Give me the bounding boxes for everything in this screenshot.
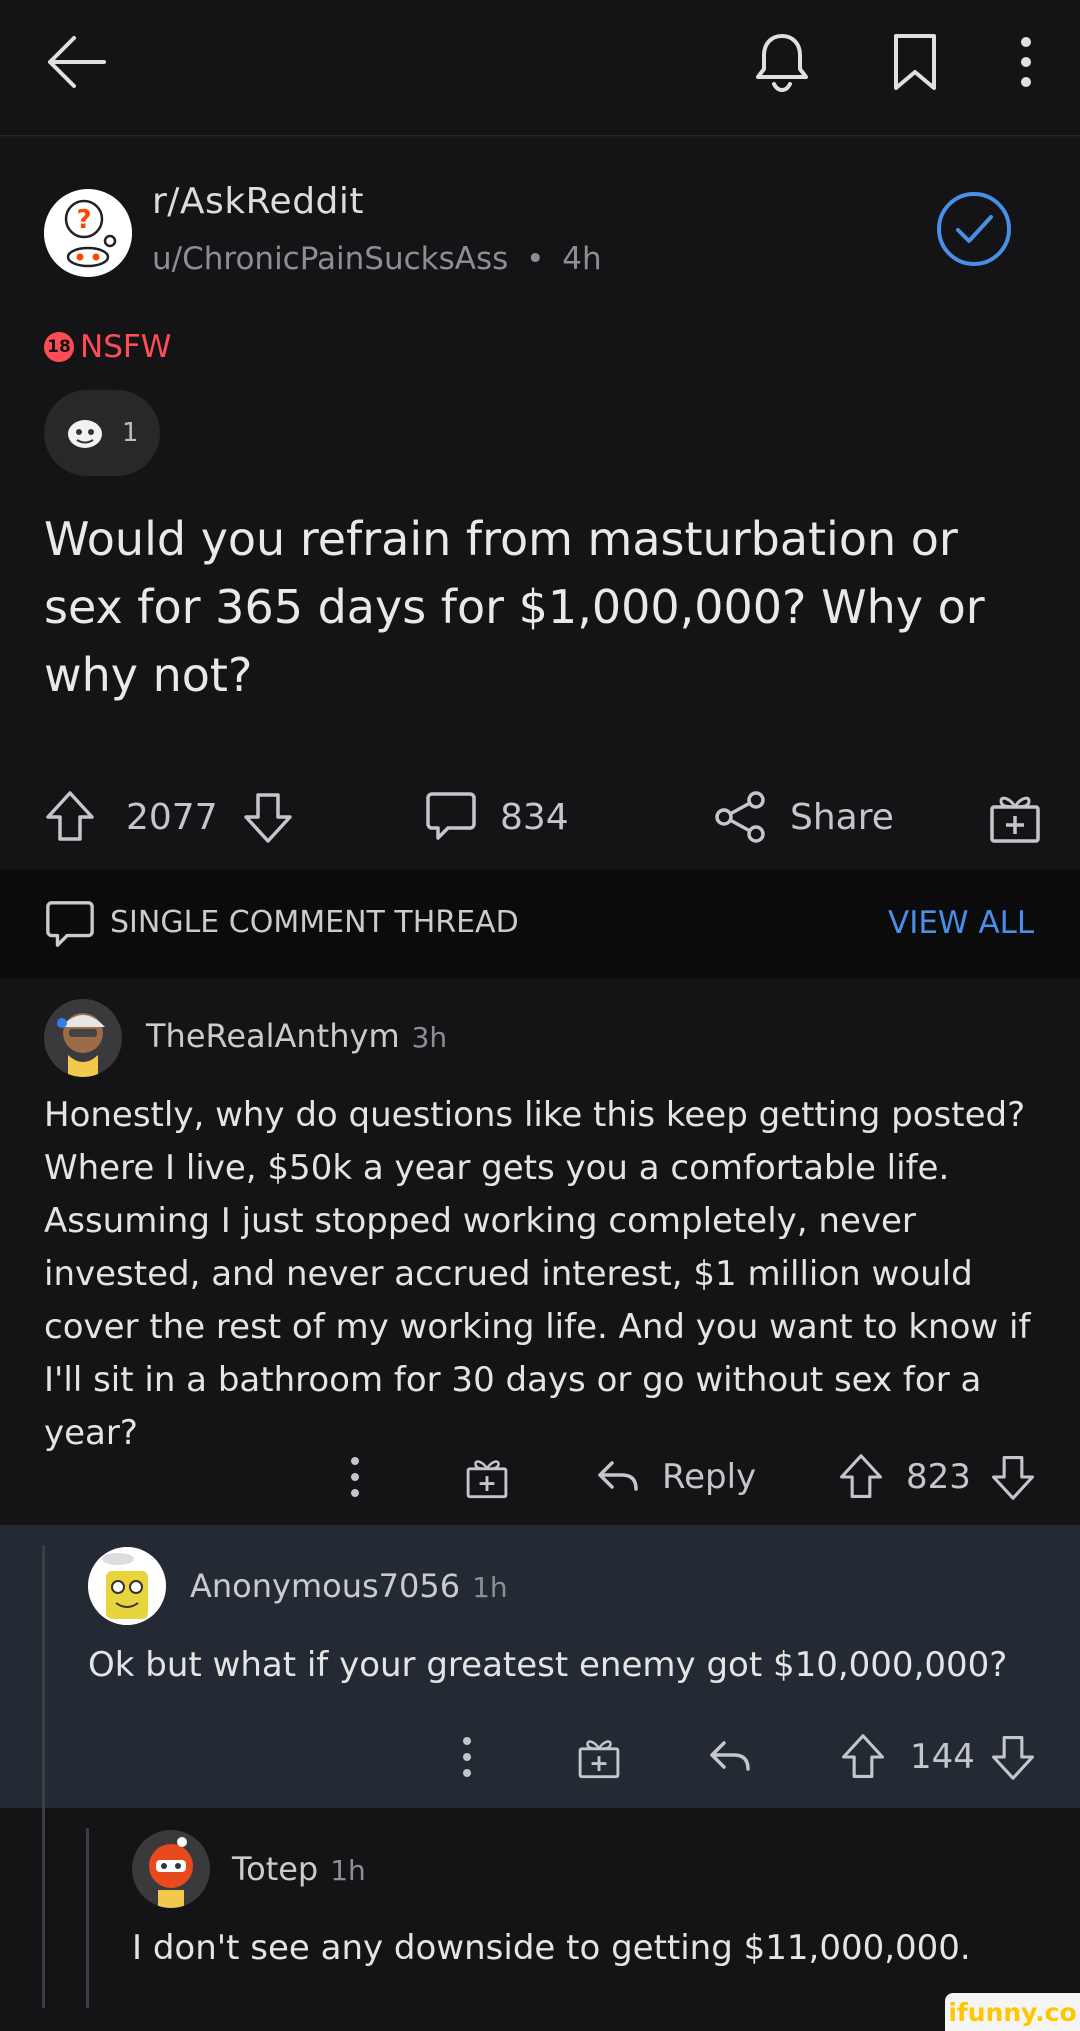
vote-count: 823	[906, 1457, 971, 1497]
back-arrow-icon[interactable]	[40, 30, 112, 94]
nsfw-18-badge: 18	[44, 332, 74, 362]
avatar[interactable]	[88, 1547, 166, 1625]
reply-arrow-icon[interactable]	[708, 1725, 752, 1789]
award-gift-icon[interactable]	[576, 1725, 622, 1789]
comment-username[interactable]: Anonymous7056 1h	[190, 1567, 508, 1605]
upvote-count: 2077	[126, 796, 218, 838]
bell-icon[interactable]	[752, 30, 812, 94]
comment-age: 1h	[472, 1571, 508, 1604]
comment-bubble-icon	[44, 899, 96, 951]
comment-username[interactable]: TheRealAnthym 3h	[146, 1017, 447, 1055]
award-gift-icon[interactable]	[464, 1445, 510, 1509]
reply-arrow-icon[interactable]	[596, 1445, 640, 1509]
vote-count: 144	[910, 1737, 975, 1777]
reply-label[interactable]: Reply	[662, 1445, 756, 1509]
more-vertical-icon[interactable]	[1008, 30, 1044, 94]
comment-username[interactable]: Totep 1h	[232, 1850, 366, 1888]
downvote-icon[interactable]	[990, 1445, 1036, 1509]
post-age: 4h	[562, 241, 602, 277]
share-label[interactable]: Share	[790, 777, 894, 857]
view-all-link[interactable]: VIEW ALL	[888, 905, 1034, 941]
comment-actions: Reply 823	[0, 1445, 1080, 1509]
post-actions: 2077 834 Share	[0, 777, 1080, 857]
comment: Anonymous7056 1h Ok but what if your grea…	[0, 1525, 1080, 1808]
downvote-icon[interactable]	[242, 777, 294, 857]
bookmark-icon[interactable]	[890, 30, 940, 94]
joined-check-icon[interactable]	[934, 189, 1014, 269]
comment-icon[interactable]	[424, 777, 478, 857]
comment-actions: 144	[0, 1725, 1080, 1789]
award-gift-icon[interactable]	[988, 777, 1042, 857]
comment: Totep 1h I don't see any downside to gett…	[0, 1808, 1080, 2031]
subreddit-name[interactable]: r/AskReddit	[152, 181, 364, 222]
username-text[interactable]: Anonymous7056	[190, 1567, 460, 1605]
nsfw-label: NSFW	[80, 329, 172, 365]
post-author[interactable]: u/ChronicPainSucksAss	[152, 241, 508, 277]
thread-label: SINGLE COMMENT THREAD	[110, 905, 519, 940]
comment-text: I don't see any downside to getting $11,…	[132, 1928, 971, 1968]
svg-text:?: ?	[76, 205, 91, 235]
award-icon	[66, 416, 104, 450]
ifunny-watermark: ifunny.co	[945, 1993, 1080, 2031]
comment-text: Ok but what if your greatest enemy got $…	[88, 1645, 1008, 1685]
comment: TheRealAnthym 3h Honestly, why do questio…	[0, 979, 1080, 1525]
comment-age: 1h	[330, 1854, 366, 1887]
comment-count: 834	[500, 796, 569, 838]
award-pill[interactable]: 1	[44, 390, 160, 476]
username-text[interactable]: Totep	[232, 1850, 318, 1888]
avatar[interactable]	[132, 1830, 210, 1908]
thread-line[interactable]	[86, 1828, 89, 2008]
more-vertical-icon[interactable]	[454, 1725, 480, 1789]
username-text[interactable]: TheRealAnthym	[146, 1017, 400, 1055]
downvote-icon[interactable]	[990, 1725, 1036, 1789]
comment-text: Honestly, why do questions like this kee…	[44, 1095, 1031, 1453]
meta-separator: •	[526, 241, 545, 277]
thread-line[interactable]	[42, 1808, 45, 2008]
post-card: ? r/AskReddit u/ChronicPainSucksAss • 4h…	[0, 137, 1080, 869]
upvote-icon[interactable]	[840, 1725, 886, 1789]
top-bar	[0, 0, 1080, 136]
subreddit-avatar[interactable]: ?	[44, 189, 132, 277]
single-thread-bar: SINGLE COMMENT THREAD VIEW ALL	[0, 869, 1080, 979]
upvote-icon[interactable]	[838, 1445, 884, 1509]
share-icon[interactable]	[714, 777, 768, 857]
award-count: 1	[122, 418, 139, 448]
post-title[interactable]: Would you refrain from masturbation or s…	[44, 505, 1044, 709]
more-vertical-icon[interactable]	[342, 1445, 368, 1509]
upvote-icon[interactable]	[44, 777, 96, 857]
comment-age: 3h	[411, 1021, 448, 1054]
nsfw-tag: 18 NSFW	[44, 329, 171, 365]
avatar[interactable]	[44, 999, 122, 1077]
post-meta: u/ChronicPainSucksAss • 4h	[152, 241, 602, 277]
